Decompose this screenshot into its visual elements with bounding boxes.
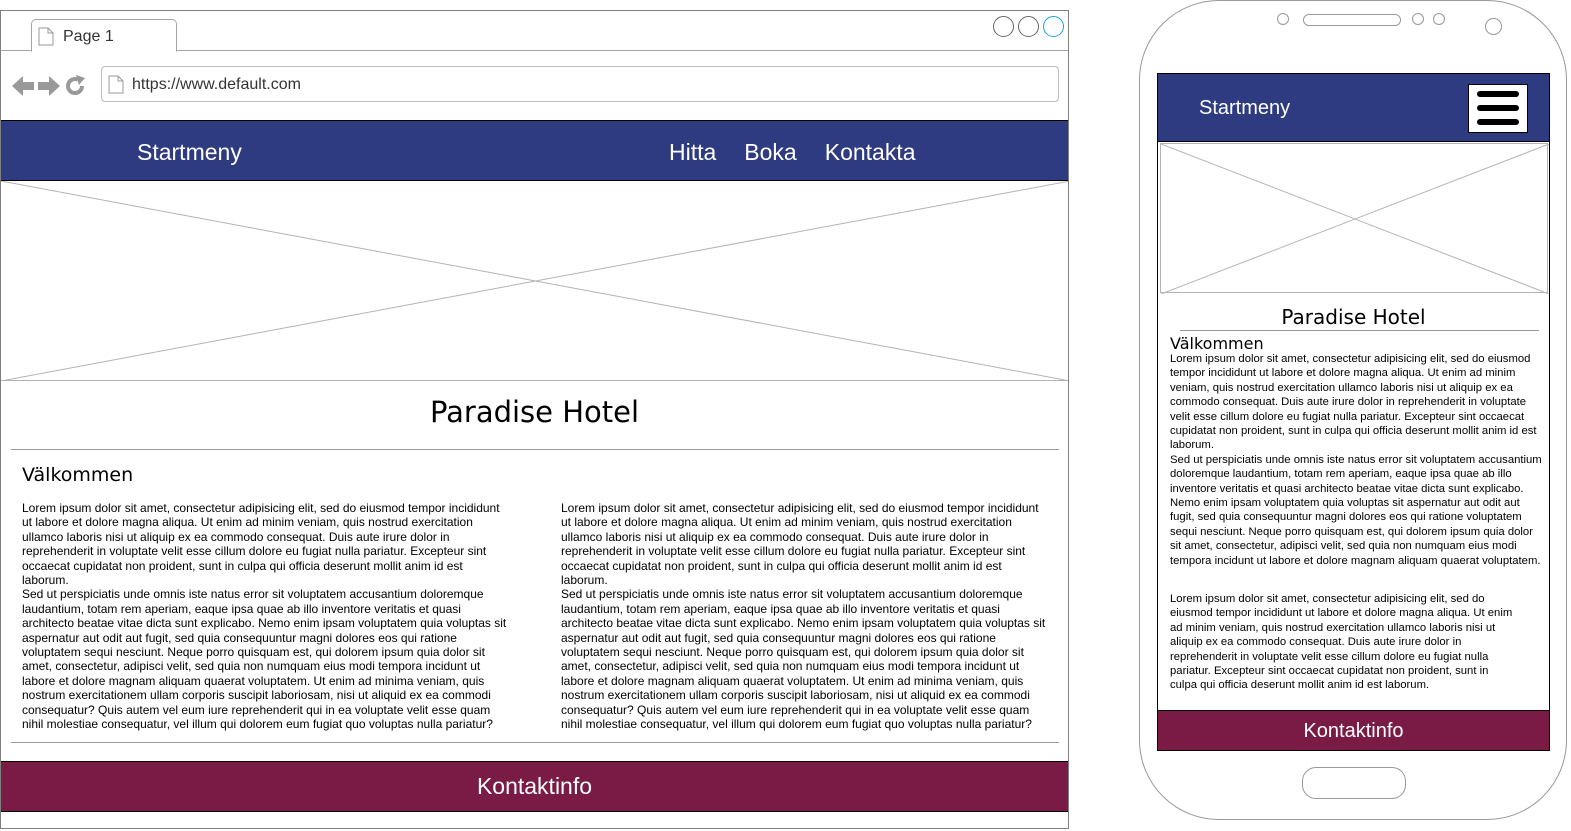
- text-column-right: Lorem ipsum dolor sit amet, consectetur …: [561, 501, 1051, 732]
- mobile-text-block: Lorem ipsum dolor sit amet, consectetur …: [1170, 352, 1547, 568]
- phone-speaker: [1303, 14, 1401, 26]
- paragraph: Sed ut perspiciatis unde omnis iste natu…: [1170, 453, 1542, 567]
- minimize-button[interactable]: [993, 16, 1014, 37]
- mobile-brand-link[interactable]: Startmeny: [1199, 97, 1290, 120]
- url-text: https://www.default.com: [132, 76, 301, 93]
- tab-bar: Page 1: [1, 11, 1068, 52]
- brand-link[interactable]: Startmeny: [137, 139, 242, 166]
- page-icon: [108, 75, 124, 94]
- phone-screen: Startmeny Paradise Hotel Välkommen Lorem…: [1157, 73, 1550, 751]
- text-column-left: Lorem ipsum dolor sit amet, consectetur …: [22, 501, 512, 732]
- close-button[interactable]: [1043, 16, 1064, 37]
- nav-buttons: [11, 74, 87, 98]
- divider: [11, 742, 1059, 743]
- hamburger-menu-icon[interactable]: [1468, 84, 1528, 133]
- url-bar[interactable]: https://www.default.com: [101, 66, 1059, 102]
- page-title: Paradise Hotel: [429, 395, 640, 429]
- hero-image-placeholder: [1, 181, 1068, 381]
- divider: [1180, 330, 1539, 331]
- paragraph: Sed ut perspiciatis unde omnis iste natu…: [22, 587, 507, 732]
- image-placeholder-icon: [1161, 144, 1549, 294]
- phone-frame: Startmeny Paradise Hotel Välkommen Lorem…: [1139, 0, 1567, 820]
- maximize-button[interactable]: [1018, 16, 1039, 37]
- refresh-icon[interactable]: [63, 74, 87, 98]
- site-navbar: Startmeny Hitta Boka Kontakta: [1, 120, 1068, 181]
- mobile-welcome-heading: Välkommen: [1170, 334, 1264, 353]
- browser-window: Page 1 https://www.default.com Startmeny…: [0, 10, 1069, 829]
- paragraph: Lorem ipsum dolor sit amet, consectetur …: [1170, 593, 1513, 692]
- sensor-dot: [1412, 13, 1424, 25]
- paragraph: Lorem ipsum dolor sit amet, consectetur …: [22, 501, 500, 588]
- sensor-dot: [1433, 13, 1445, 25]
- paragraph: Lorem ipsum dolor sit amet, consectetur …: [1170, 353, 1537, 452]
- nav-links: Hitta Boka Kontakta: [669, 139, 916, 166]
- forward-arrow-icon[interactable]: [37, 74, 61, 98]
- back-arrow-icon[interactable]: [11, 74, 35, 98]
- image-placeholder-icon: [1, 181, 1068, 381]
- phone-home-button[interactable]: [1302, 767, 1406, 799]
- site-footer[interactable]: Kontaktinfo: [1, 761, 1068, 812]
- mobile-text-block-2: Lorem ipsum dolor sit amet, consectetur …: [1170, 592, 1515, 693]
- page-icon: [38, 27, 54, 46]
- address-row: https://www.default.com: [1, 52, 1068, 120]
- window-controls: [993, 16, 1064, 37]
- mobile-page-title: Paradise Hotel: [1281, 305, 1426, 329]
- divider: [11, 449, 1059, 450]
- sensor-dot: [1277, 13, 1289, 25]
- nav-link-hitta[interactable]: Hitta: [669, 139, 716, 166]
- mobile-navbar: Startmeny: [1158, 74, 1549, 142]
- mobile-hero-image-placeholder: [1160, 143, 1549, 294]
- tab-label: Page 1: [63, 28, 114, 45]
- browser-tab[interactable]: Page 1: [31, 19, 177, 52]
- nav-link-boka[interactable]: Boka: [744, 139, 796, 166]
- phone-camera: [1485, 18, 1502, 35]
- mobile-footer[interactable]: Kontaktinfo: [1158, 710, 1549, 750]
- paragraph: Lorem ipsum dolor sit amet, consectetur …: [561, 501, 1039, 588]
- welcome-heading: Välkommen: [22, 464, 134, 486]
- paragraph: Sed ut perspiciatis unde omnis iste natu…: [561, 587, 1046, 732]
- nav-link-kontakta[interactable]: Kontakta: [825, 139, 916, 166]
